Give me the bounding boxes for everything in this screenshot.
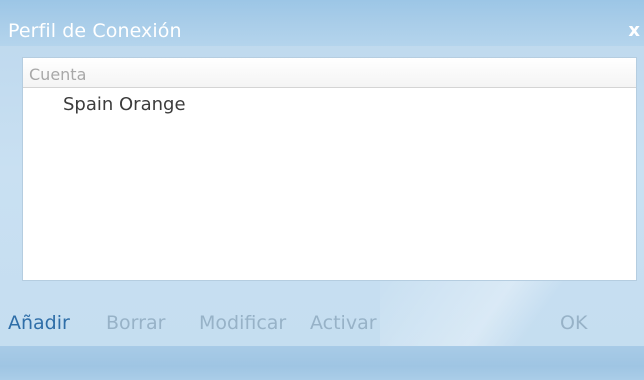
activate-button[interactable]: Activar <box>310 312 377 334</box>
close-icon[interactable]: x <box>628 20 640 41</box>
window-title: Perfil de Conexión <box>8 20 182 42</box>
connection-profile-window: Perfil de Conexión x Cuenta Spain Orange… <box>0 0 644 380</box>
title-bar: Perfil de Conexión x <box>0 0 644 46</box>
status-bar <box>0 346 644 380</box>
ok-button[interactable]: OK <box>560 312 587 334</box>
add-button[interactable]: Añadir <box>8 312 70 334</box>
list-item-label: Spain Orange <box>63 94 186 115</box>
column-header-cuenta: Cuenta <box>29 65 87 84</box>
delete-button[interactable]: Borrar <box>106 312 165 334</box>
account-list: Cuenta Spain Orange <box>22 57 637 281</box>
modify-button[interactable]: Modificar <box>199 312 286 334</box>
list-item[interactable]: Spain Orange <box>23 88 636 122</box>
list-column-header[interactable]: Cuenta <box>23 58 636 88</box>
action-bar: Añadir Borrar Modificar Activar OK <box>0 312 644 342</box>
